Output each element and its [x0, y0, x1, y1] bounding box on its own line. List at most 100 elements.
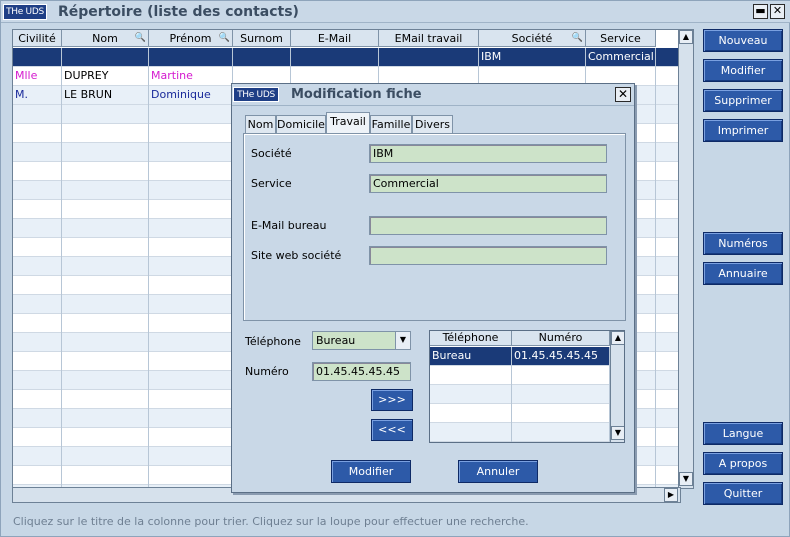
close-window-button[interactable]: ✕	[770, 4, 785, 19]
table-cell	[13, 105, 62, 124]
table-cell	[62, 447, 149, 466]
table-cell	[149, 371, 233, 390]
nouveau-button[interactable]: Nouveau	[703, 29, 783, 52]
table-cell	[149, 200, 233, 219]
phone-column-header-numero[interactable]: Numéro	[512, 331, 610, 346]
service-field[interactable]: Commercial	[369, 174, 607, 193]
table-cell	[62, 295, 149, 314]
add-phone-button[interactable]: >>>	[371, 389, 413, 411]
table-cell	[149, 238, 233, 257]
phone-table-row[interactable]	[430, 366, 610, 385]
close-icon[interactable]: ✕	[615, 87, 631, 102]
table-cell	[149, 409, 233, 428]
scroll-up-icon[interactable]: ▲	[611, 331, 624, 345]
numero-field[interactable]: 01.45.45.45.45	[312, 362, 411, 381]
search-icon[interactable]: 🔍	[572, 30, 583, 47]
dialog-logo: THe UDS	[233, 87, 279, 102]
annuaire-button[interactable]: Annuaire	[703, 262, 783, 285]
table-cell	[13, 162, 62, 181]
column-header-societe[interactable]: Société 🔍	[479, 30, 586, 47]
site-web-label: Site web société	[251, 249, 342, 262]
table-cell	[13, 295, 62, 314]
table-cell	[149, 143, 233, 162]
column-header-surnom[interactable]: Surnom	[233, 30, 291, 47]
table-cell	[13, 428, 62, 447]
column-header-nom[interactable]: Nom 🔍	[62, 30, 149, 47]
grid-vertical-scrollbar[interactable]: ▲ ▼	[678, 29, 694, 489]
cell-civilite: M.	[13, 86, 62, 105]
telephone-type-select[interactable]: Bureau ▼	[312, 331, 411, 350]
table-row[interactable]: IBM Commercial	[13, 48, 680, 67]
langue-button[interactable]: Langue	[703, 422, 783, 445]
table-cell	[13, 238, 62, 257]
table-cell	[62, 257, 149, 276]
table-cell	[62, 124, 149, 143]
scroll-down-icon[interactable]: ▼	[611, 426, 624, 440]
scroll-down-icon[interactable]: ▼	[679, 472, 693, 486]
table-cell	[149, 333, 233, 352]
column-header-civilite[interactable]: Civilité	[13, 30, 62, 47]
phone-cell-numero: 01.45.45.45.45	[512, 347, 610, 366]
dialog-title-bar: THe UDS Modification fiche ✕	[232, 84, 634, 106]
table-cell	[13, 124, 62, 143]
telephone-type-value: Bureau	[316, 334, 356, 347]
table-cell	[13, 466, 62, 485]
column-header-service[interactable]: Service	[586, 30, 656, 47]
table-cell	[149, 295, 233, 314]
tab-famille[interactable]: Famille	[370, 115, 412, 134]
table-cell	[62, 333, 149, 352]
table-cell	[149, 105, 233, 124]
phone-table-row[interactable]: Bureau 01.45.45.45.45	[430, 347, 610, 366]
modifier-button[interactable]: Modifier	[703, 59, 783, 82]
supprimer-button[interactable]: Supprimer	[703, 89, 783, 112]
table-cell	[149, 181, 233, 200]
table-cell	[62, 219, 149, 238]
tab-nom[interactable]: Nom	[245, 115, 276, 134]
search-icon[interactable]: 🔍	[219, 30, 230, 47]
scroll-right-icon[interactable]: ▶	[664, 488, 678, 502]
remove-phone-button[interactable]: <<<	[371, 419, 413, 441]
column-header-prenom[interactable]: Prénom 🔍	[149, 30, 233, 47]
column-header-email-travail[interactable]: EMail travail	[379, 30, 479, 47]
site-web-field[interactable]	[369, 246, 607, 265]
table-cell	[62, 181, 149, 200]
table-cell	[149, 276, 233, 295]
cancel-button[interactable]: Annuler	[458, 460, 538, 483]
phone-table-scrollbar[interactable]: ▲ ▼	[610, 331, 624, 442]
modify-button[interactable]: Modifier	[331, 460, 411, 483]
table-cell	[62, 314, 149, 333]
table-cell	[13, 181, 62, 200]
numeros-button[interactable]: Numéros	[703, 232, 783, 255]
table-cell	[149, 390, 233, 409]
table-cell	[149, 219, 233, 238]
table-cell	[13, 276, 62, 295]
column-label: E-Mail	[317, 32, 352, 45]
societe-field[interactable]: IBM	[369, 144, 607, 163]
tab-travail[interactable]: Travail	[326, 112, 370, 135]
quitter-button[interactable]: Quitter	[703, 482, 783, 505]
scroll-up-icon[interactable]: ▲	[679, 30, 693, 44]
minimize-button[interactable]: ▬	[753, 4, 768, 19]
email-bureau-label: E-Mail bureau	[251, 219, 327, 232]
imprimer-button[interactable]: Imprimer	[703, 119, 783, 142]
email-bureau-field[interactable]	[369, 216, 607, 235]
chevron-down-icon[interactable]: ▼	[395, 332, 410, 349]
phone-table-row[interactable]	[430, 404, 610, 423]
table-cell	[13, 143, 62, 162]
table-cell	[62, 428, 149, 447]
phone-table-row[interactable]	[430, 423, 610, 442]
column-header-email[interactable]: E-Mail	[291, 30, 379, 47]
table-cell	[149, 352, 233, 371]
phone-cell-type: Bureau	[430, 347, 512, 366]
phone-table: Téléphone Numéro Bureau 01.45.45.45.45 ▲…	[429, 330, 625, 443]
table-cell	[13, 219, 62, 238]
phone-column-header-telephone[interactable]: Téléphone	[430, 331, 512, 346]
numero-label: Numéro	[245, 365, 289, 378]
cell-prenom: Martine	[149, 67, 233, 86]
apropos-button[interactable]: A propos	[703, 452, 783, 475]
search-icon[interactable]: 🔍	[135, 30, 146, 47]
tab-domicile[interactable]: Domicile	[276, 115, 326, 134]
table-cell	[13, 409, 62, 428]
tab-divers[interactable]: Divers	[412, 115, 453, 134]
phone-table-row[interactable]	[430, 385, 610, 404]
